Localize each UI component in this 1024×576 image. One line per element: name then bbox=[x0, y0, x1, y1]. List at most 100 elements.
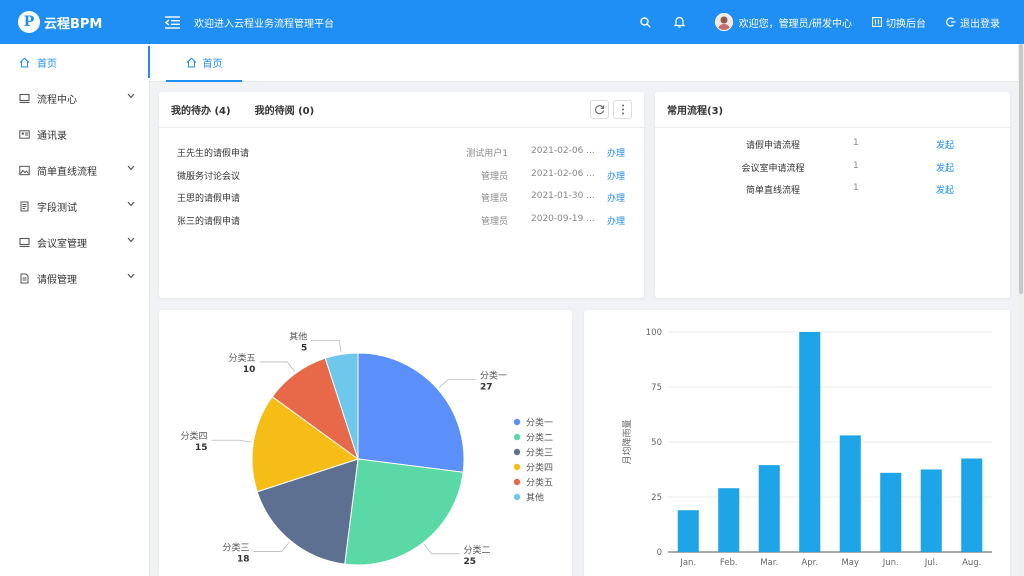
todo-date: 2021-01-30 ... bbox=[531, 191, 595, 201]
todo-date: 2021-02-06 ... bbox=[531, 146, 595, 156]
pie-label-value: 25 bbox=[464, 557, 477, 567]
sidebar-item-label: 简单直线流程 bbox=[37, 166, 97, 178]
sidebar-item-simple-flow[interactable]: 简单直线流程 bbox=[0, 152, 149, 188]
bar-chart-card: 0 25 50 75 100 月均降雨量 Jan. Feb. Mar. Apr. May Jun. Ju… bbox=[584, 310, 1010, 576]
sidebar: 首页 流程中心 通讯录 简单直线流程 字段测试 会议室管理 请假管理 bbox=[0, 44, 150, 576]
y-tick-label: 100 bbox=[646, 328, 662, 338]
todo-user: 管理员 bbox=[480, 194, 508, 204]
todo-user: 测试用户1 bbox=[466, 149, 508, 159]
table-row[interactable]: 王先生的请假申请 测试用户1 2021-02-06 ... 办理 bbox=[159, 141, 644, 164]
start-link[interactable]: 发起 bbox=[936, 161, 954, 174]
list-item[interactable]: 会议室申请流程 1 发起 bbox=[655, 156, 1010, 179]
bell-icon[interactable] bbox=[671, 13, 689, 31]
sidebar-item-contacts[interactable]: 通讯录 bbox=[0, 116, 149, 152]
logo-mark: P bbox=[18, 11, 40, 33]
pie-label-value: 15 bbox=[195, 443, 208, 453]
handle-link[interactable]: 办理 bbox=[607, 214, 625, 227]
pie-label-line bbox=[423, 544, 460, 555]
legend-label: 分类一 bbox=[526, 417, 553, 429]
sidebar-item-home[interactable]: 首页 bbox=[0, 44, 150, 80]
legend-label: 分类四 bbox=[526, 462, 553, 474]
sidebar-item-label: 会议室管理 bbox=[37, 238, 87, 250]
sidebar-item-label: 请假管理 bbox=[37, 274, 77, 286]
logout-button[interactable]: 退出登录 bbox=[946, 15, 1000, 30]
list-item[interactable]: 请假申请流程 1 发起 bbox=[655, 133, 1010, 156]
chevron-down-icon bbox=[127, 237, 135, 243]
pie-label-name: 其他 bbox=[289, 330, 307, 342]
monitor-icon bbox=[18, 92, 30, 104]
menu-collapse-icon[interactable] bbox=[164, 15, 180, 29]
tab-home[interactable]: 首页 bbox=[166, 44, 242, 82]
legend-marker bbox=[513, 433, 521, 441]
legend-marker bbox=[513, 478, 521, 486]
contacts-icon bbox=[18, 128, 30, 140]
sidebar-item-leave[interactable]: 请假管理 bbox=[0, 260, 149, 296]
bar bbox=[880, 472, 902, 552]
todo-card-header: 我的待办 (4) 我的待阅 (0) bbox=[159, 92, 644, 128]
legend-label: 其他 bbox=[526, 492, 544, 504]
todo-title: 王先生的请假申请 bbox=[177, 149, 250, 159]
refresh-button[interactable] bbox=[590, 100, 609, 119]
pie-label-line bbox=[259, 361, 295, 372]
handle-link[interactable]: 办理 bbox=[607, 191, 625, 204]
pie-label-line bbox=[211, 439, 252, 443]
y-tick-label: 0 bbox=[657, 548, 662, 558]
pie-chart-card: 分类一 27 分类二 25 分类三 18 分类四 15 分类五 10 其他 5 分类一 分类二 分类三 分类四… bbox=[159, 310, 572, 576]
todo-title: 微服务讨论会议 bbox=[177, 171, 241, 182]
monitor-icon bbox=[18, 236, 30, 248]
file-icon bbox=[18, 272, 30, 284]
legend-marker bbox=[513, 463, 521, 471]
sidebar-item-process-center[interactable]: 流程中心 bbox=[0, 80, 149, 116]
bar bbox=[677, 510, 699, 552]
x-tick-label: Aug. bbox=[962, 558, 981, 568]
pie-label-line bbox=[253, 541, 290, 552]
search-icon[interactable] bbox=[637, 13, 655, 31]
todo-card: 我的待办 (4) 我的待阅 (0) 王先生的请假申请 测试用户1 2021-02… bbox=[159, 92, 644, 298]
x-tick-label: Jun. bbox=[882, 558, 899, 568]
table-row[interactable]: 微服务讨论会议 管理员 2021-02-06 ... 办理 bbox=[159, 164, 644, 187]
pie-label-name: 分类三 bbox=[222, 541, 249, 553]
todo-title: 王思的请假申请 bbox=[177, 194, 241, 204]
list-item[interactable]: 简单直线流程 1 发起 bbox=[655, 178, 1010, 201]
logo[interactable]: P 云程BPM bbox=[0, 11, 150, 33]
bar bbox=[718, 488, 740, 552]
bar bbox=[961, 458, 983, 552]
switch-backend-label: 切换后台 bbox=[886, 18, 926, 30]
switch-backend-button[interactable]: 切换后台 bbox=[872, 15, 926, 30]
pie-slice bbox=[357, 352, 465, 473]
chevron-down-icon bbox=[127, 273, 135, 279]
document-icon bbox=[18, 200, 30, 212]
user-menu[interactable]: 欢迎您，管理员/研发中心 bbox=[714, 13, 852, 31]
bar-chart: 0 25 50 75 100 月均降雨量 Jan. Feb. Mar. Apr. May Jun. Ju… bbox=[621, 328, 992, 568]
handle-link[interactable]: 办理 bbox=[607, 169, 625, 182]
legend-label: 分类五 bbox=[526, 477, 553, 489]
sidebar-item-field-test[interactable]: 字段测试 bbox=[0, 188, 149, 224]
scrollbar-thumb[interactable] bbox=[1019, 44, 1023, 294]
common-flows-list: 请假申请流程 1 发起 会议室申请流程 1 发起 简单直线流程 1 发起 bbox=[655, 128, 1010, 201]
legend-label: 分类三 bbox=[526, 447, 553, 459]
pie-label-value: 5 bbox=[301, 343, 307, 353]
flow-name: 会议室申请流程 bbox=[741, 163, 805, 174]
chevron-down-icon bbox=[127, 201, 135, 207]
todo-title: 张三的请假申请 bbox=[177, 216, 241, 227]
more-button[interactable] bbox=[613, 100, 632, 119]
start-link[interactable]: 发起 bbox=[936, 138, 954, 151]
handle-link[interactable]: 办理 bbox=[607, 146, 625, 159]
table-row[interactable]: 张三的请假申请 管理员 2020-09-19 ... 办理 bbox=[159, 209, 644, 232]
todo-date: 2021-02-06 ... bbox=[531, 168, 595, 179]
x-tick-label: Feb. bbox=[720, 558, 738, 568]
legend-marker bbox=[513, 448, 521, 456]
y-tick-label: 75 bbox=[651, 383, 662, 393]
sidebar-item-meeting-room[interactable]: 会议室管理 bbox=[0, 224, 149, 260]
tab-to-read[interactable]: 我的待阅 (0) bbox=[255, 102, 315, 117]
pie-label-name: 分类一 bbox=[480, 370, 507, 382]
pie-label-name: 分类四 bbox=[180, 430, 207, 442]
top-bar: P 云程BPM 欢迎进入云程业务流程管理平台 欢迎您，管理员/研发中心 切换后台… bbox=[0, 0, 1024, 44]
tab-pending[interactable]: 我的待办 (4) bbox=[171, 102, 231, 117]
start-link[interactable]: 发起 bbox=[936, 183, 954, 196]
table-row[interactable]: 王思的请假申请 管理员 2021-01-30 ... 办理 bbox=[159, 186, 644, 209]
bar bbox=[920, 469, 942, 552]
sidebar-item-label: 首页 bbox=[37, 58, 57, 70]
page-scrollbar[interactable] bbox=[1018, 44, 1024, 576]
x-tick-label: Mar. bbox=[760, 558, 778, 568]
